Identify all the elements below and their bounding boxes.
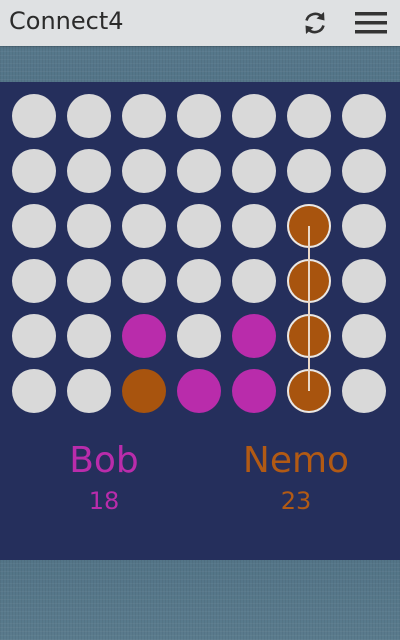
empty-slot[interactable] xyxy=(342,149,386,193)
empty-slot[interactable] xyxy=(122,259,166,303)
empty-slot[interactable] xyxy=(12,149,56,193)
player-1-score: 18 xyxy=(88,487,120,515)
refresh-button[interactable] xyxy=(300,8,330,38)
empty-slot[interactable] xyxy=(342,204,386,248)
player-1-name: Bob xyxy=(69,440,139,481)
empty-slot[interactable] xyxy=(177,314,221,358)
empty-slot[interactable] xyxy=(67,204,111,248)
player-2-panel: Nemo 23 xyxy=(221,440,371,515)
winning-line xyxy=(308,226,310,391)
empty-slot[interactable] xyxy=(232,94,276,138)
empty-slot[interactable] xyxy=(67,94,111,138)
game-board xyxy=(12,94,388,424)
empty-slot[interactable] xyxy=(232,149,276,193)
player-1-disc[interactable] xyxy=(232,314,276,358)
player-1-disc[interactable] xyxy=(177,369,221,413)
empty-slot[interactable] xyxy=(122,204,166,248)
player-1-panel: Bob 18 xyxy=(29,440,179,515)
app-title: Connect4 xyxy=(9,7,124,35)
empty-slot[interactable] xyxy=(67,314,111,358)
empty-slot[interactable] xyxy=(177,149,221,193)
empty-slot[interactable] xyxy=(342,369,386,413)
empty-slot[interactable] xyxy=(177,259,221,303)
empty-slot[interactable] xyxy=(122,94,166,138)
empty-slot[interactable] xyxy=(287,94,331,138)
player-1-disc[interactable] xyxy=(232,369,276,413)
game-panel: Bob 18 Nemo 23 xyxy=(0,82,400,560)
empty-slot[interactable] xyxy=(12,259,56,303)
empty-slot[interactable] xyxy=(12,314,56,358)
player-2-name: Nemo xyxy=(242,440,350,481)
hamburger-menu-icon xyxy=(355,12,387,34)
empty-slot[interactable] xyxy=(177,94,221,138)
empty-slot[interactable] xyxy=(67,259,111,303)
empty-slot[interactable] xyxy=(232,259,276,303)
player-2-disc[interactable] xyxy=(122,369,166,413)
empty-slot[interactable] xyxy=(67,149,111,193)
refresh-icon xyxy=(305,12,325,34)
empty-slot[interactable] xyxy=(122,149,166,193)
empty-slot[interactable] xyxy=(342,314,386,358)
empty-slot[interactable] xyxy=(287,149,331,193)
empty-slot[interactable] xyxy=(177,204,221,248)
empty-slot[interactable] xyxy=(342,94,386,138)
empty-slot[interactable] xyxy=(12,204,56,248)
empty-slot[interactable] xyxy=(67,369,111,413)
player-2-score: 23 xyxy=(280,487,312,515)
player-1-disc[interactable] xyxy=(122,314,166,358)
empty-slot[interactable] xyxy=(232,204,276,248)
empty-slot[interactable] xyxy=(12,369,56,413)
empty-slot[interactable] xyxy=(342,259,386,303)
app-bar: Connect4 xyxy=(0,0,400,46)
empty-slot[interactable] xyxy=(12,94,56,138)
menu-button[interactable] xyxy=(353,8,389,38)
